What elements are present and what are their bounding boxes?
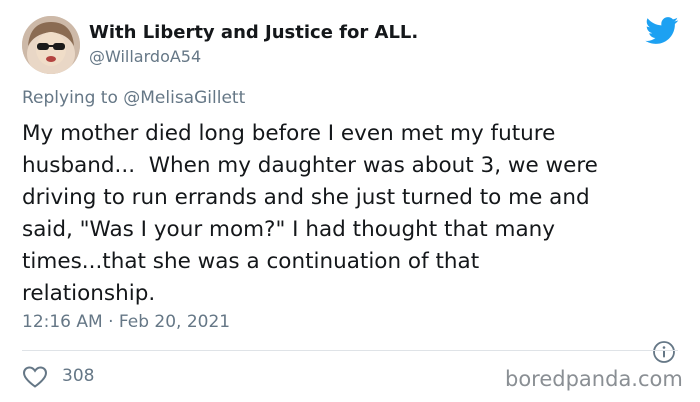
watermark: boredpanda.com [505, 367, 683, 391]
divider [22, 350, 678, 351]
heart-icon[interactable] [22, 365, 48, 389]
like-count: 308 [62, 366, 95, 386]
twitter-logo-icon[interactable] [645, 17, 679, 45]
replying-to-mention[interactable]: @MelisaGillett [123, 88, 245, 108]
replying-to: Replying to @MelisaGillett [22, 88, 245, 108]
avatar[interactable] [22, 16, 80, 74]
replying-to-prefix: Replying to [22, 88, 118, 108]
tweet-timestamp[interactable]: 12:16 AM · Feb 20, 2021 [22, 312, 230, 332]
info-icon[interactable] [652, 340, 676, 364]
avatar-image [22, 16, 80, 74]
tweet-text: My mother died long before I even met my… [22, 121, 598, 306]
author-handle[interactable]: @WillardoA54 [89, 47, 201, 66]
author-display-name[interactable]: With Liberty and Justice for ALL. [89, 22, 418, 43]
